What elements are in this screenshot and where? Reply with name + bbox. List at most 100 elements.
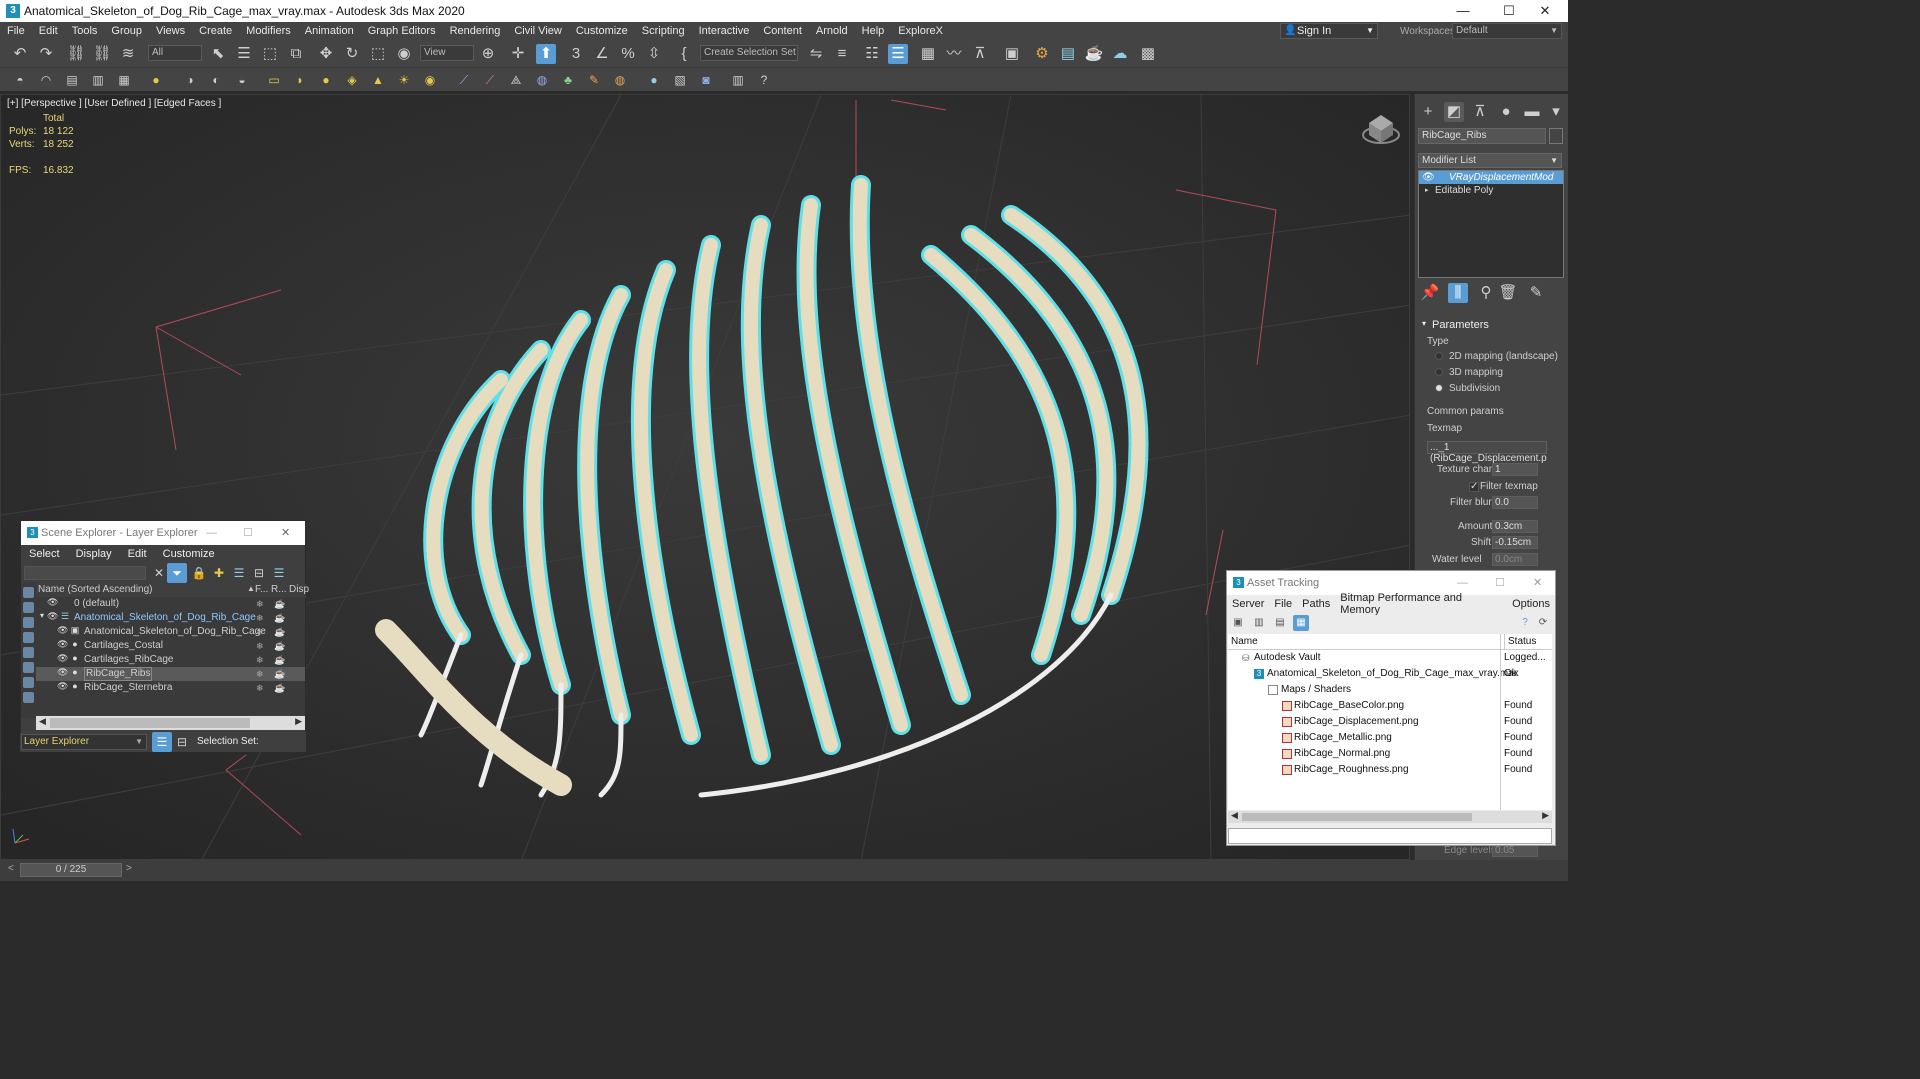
make-unique-icon[interactable]: ⚲	[1476, 283, 1496, 303]
remove-modifier-icon[interactable]: 🗑	[1498, 283, 1518, 303]
parameters-rollout-header[interactable]: ▾ Parameters	[1418, 319, 1564, 333]
help-icon[interactable]: ?	[754, 70, 774, 90]
menu-create[interactable]: Create	[192, 25, 239, 37]
freeze-icon[interactable]: ❄	[256, 639, 264, 653]
object-color-swatch[interactable]	[1549, 128, 1563, 144]
eye-icon[interactable]: 👁	[57, 681, 68, 691]
utilities-tab-icon[interactable]: ▾	[1546, 102, 1566, 122]
toolbar2-icon-15[interactable]: ◉	[420, 70, 440, 90]
column-display[interactable]: Disp	[289, 584, 309, 595]
asset-row[interactable]: 3 Anatomical_Skeleton_of_Dog_Rib_Cage_ma…	[1228, 666, 1552, 682]
freeze-icon[interactable]: ❄	[256, 653, 264, 667]
place-icon[interactable]: ◉	[394, 44, 414, 64]
eye-icon[interactable]: 👁	[57, 639, 68, 649]
display-none-icon[interactable]	[23, 587, 34, 598]
motion-tab-icon[interactable]: ●	[1496, 102, 1516, 122]
menu-civil-view[interactable]: Civil View	[507, 25, 568, 37]
asset-menu-server[interactable]: Server	[1227, 598, 1269, 610]
menu-graph-editors[interactable]: Graph Editors	[361, 25, 443, 37]
render-teapot-icon[interactable]: ☕	[274, 667, 285, 681]
align-icon[interactable]: ≡	[832, 44, 852, 64]
menu-group[interactable]: Group	[104, 25, 149, 37]
table-view-icon[interactable]: ▦	[1293, 615, 1309, 631]
menu-customize[interactable]: Customize	[569, 25, 635, 37]
render-setup-icon[interactable]: ⚙	[1032, 44, 1052, 64]
tree-row[interactable]: 👁 ● RibCage_Sternebra ❄ ☕	[36, 681, 305, 695]
toolbar2-icon-23[interactable]: ●	[644, 70, 664, 90]
layer-explorer-icon[interactable]: ☰	[152, 732, 172, 752]
rotate-icon[interactable]: ↻	[342, 44, 362, 64]
menu-content[interactable]: Content	[756, 25, 809, 37]
column-frozen[interactable]: F...	[255, 584, 268, 595]
sun-icon[interactable]: ☀	[394, 70, 414, 90]
timeline-next-icon[interactable]: >	[126, 863, 132, 874]
close-button[interactable]: ✕	[1522, 0, 1568, 22]
scale-icon[interactable]: ⬚	[368, 44, 388, 64]
toolbar2-icon-26[interactable]: ▥	[728, 70, 748, 90]
display-shapes-icon[interactable]	[23, 617, 34, 628]
modify-tab-icon[interactable]: ◩	[1444, 102, 1464, 122]
toolbar2-icon-11[interactable]: ◗	[290, 70, 310, 90]
asset-row[interactable]: RibCage_BaseColor.png Found	[1228, 698, 1552, 714]
freeze-icon[interactable]: ❄	[256, 681, 264, 695]
menu-interactive[interactable]: Interactive	[692, 25, 757, 37]
modifier-list-dropdown[interactable]: Modifier List ▼	[1418, 153, 1562, 168]
close-icon[interactable]: ✕	[1533, 571, 1542, 595]
rectangular-selection-icon[interactable]: ⬚	[260, 44, 280, 64]
toolbar2-icon-9[interactable]: ◒	[232, 70, 252, 90]
asset-row[interactable]: RibCage_Metallic.png Found	[1228, 730, 1552, 746]
render-teapot-icon[interactable]: ☕	[274, 597, 285, 611]
asset-row[interactable]: Maps / Shaders	[1228, 682, 1552, 698]
help-icon[interactable]: ?	[1517, 615, 1533, 631]
keyboard-shortcut-override-icon[interactable]: ⬆	[536, 44, 556, 64]
display-geometry-icon[interactable]	[23, 602, 34, 613]
tree-row[interactable]: 👁 ● RibCage_Ribs ❄ ☕	[36, 667, 305, 681]
toggle-ribbon-icon[interactable]: ▦	[918, 44, 938, 64]
toolbar2-icon-3[interactable]: ▤	[62, 70, 82, 90]
scroll-thumb[interactable]	[1242, 813, 1472, 821]
undo-icon[interactable]: ↶	[10, 44, 30, 64]
display-cameras-icon[interactable]	[23, 647, 34, 658]
lock-icon[interactable]: 🔒	[189, 563, 209, 583]
configure-modifier-sets-icon[interactable]: ✎	[1526, 283, 1546, 303]
menu-tools[interactable]: Tools	[65, 25, 105, 37]
eye-icon[interactable]: 👁	[47, 611, 58, 621]
angle-snap-icon[interactable]: ∠	[592, 44, 612, 64]
bind-space-warp-icon[interactable]: ≋	[118, 44, 138, 64]
scroll-left-icon[interactable]: ◀	[39, 716, 46, 727]
workspace-select[interactable]: Default ▼	[1452, 23, 1562, 39]
scene-explorer-hscrollbar[interactable]: ◀ ▶	[36, 716, 305, 730]
toolbar2-icon-17[interactable]: ⟋	[480, 70, 500, 90]
render-teapot-icon[interactable]: ☕	[274, 625, 285, 639]
redo-icon[interactable]: ↷	[36, 44, 56, 64]
snaps-toggle-icon[interactable]: 3	[566, 44, 586, 64]
mirror-icon[interactable]: ⇋	[806, 44, 826, 64]
minimize-button[interactable]: —	[1440, 0, 1486, 22]
scene-explorer-titlebar[interactable]: 3 Scene Explorer - Layer Explorer — ☐ ✕	[21, 521, 305, 545]
display-helpers-icon[interactable]	[23, 662, 34, 673]
display-spacewarps-icon[interactable]	[23, 677, 34, 688]
pivot-center-icon[interactable]: ⊕	[478, 44, 498, 64]
menu-explorex[interactable]: ExploreX	[891, 25, 950, 37]
scroll-right-icon[interactable]: ▶	[295, 716, 302, 727]
radio-subdivision[interactable]	[1435, 384, 1443, 392]
select-manipulate-icon[interactable]: ✛	[508, 44, 528, 64]
modifier-stack-item[interactable]: 👁 VRayDisplacementMod	[1419, 171, 1563, 184]
menu-file[interactable]: File	[0, 25, 32, 37]
asset-menu-bitmap-performance-and-memory[interactable]: Bitmap Performance and Memory	[1335, 592, 1507, 616]
freeze-icon[interactable]: ❄	[256, 667, 264, 681]
eye-icon[interactable]: 👁	[47, 597, 58, 607]
toolbar2-icon-1[interactable]: ◓	[10, 70, 30, 90]
explorer-menu-select[interactable]: Select	[21, 548, 68, 560]
tree-row[interactable]: 👁 0 (default) ❄ ☕	[36, 597, 305, 611]
display-tab-icon[interactable]: ▬	[1522, 102, 1542, 122]
water-level-field[interactable]: 0.0cm	[1492, 553, 1538, 566]
toggle-layer-explorer-icon[interactable]: ☰	[888, 44, 908, 64]
freeze-icon[interactable]: ❄	[256, 625, 264, 639]
explorer-menu-customize[interactable]: Customize	[155, 548, 223, 560]
a360-gallery-icon[interactable]: ▩	[1138, 44, 1158, 64]
curve-editor-icon[interactable]: 〰	[944, 44, 964, 64]
selection-set-icon[interactable]: ⊟	[172, 732, 192, 752]
eye-icon[interactable]: 👁	[57, 653, 68, 663]
material-editor-icon[interactable]: ▣	[1002, 44, 1022, 64]
